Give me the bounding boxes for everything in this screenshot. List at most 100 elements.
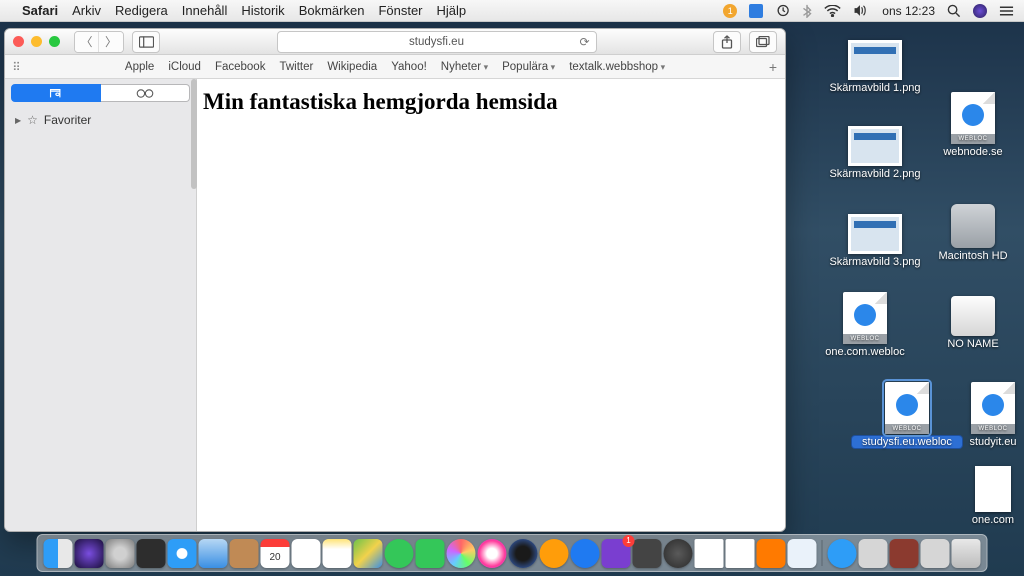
menubar-app-name[interactable]: Safari — [22, 3, 58, 18]
menu-arkiv[interactable]: Arkiv — [72, 3, 101, 18]
share-button[interactable] — [713, 31, 741, 53]
favorites-links: Apple iCloud Facebook Twitter Wikipedia … — [29, 61, 761, 73]
wifi-icon[interactable] — [824, 5, 841, 17]
dock-siri-icon[interactable] — [75, 539, 104, 568]
icon-label: webnode.se — [918, 146, 1024, 158]
reload-icon[interactable]: ⟳ — [579, 35, 589, 49]
fav-yahoo[interactable]: Yahoo! — [391, 61, 427, 73]
status-app-icon[interactable] — [749, 4, 763, 18]
dock-teamviewer-icon[interactable] — [828, 539, 857, 568]
dock-facetime-icon[interactable] — [416, 539, 445, 568]
menubar: Safari Arkiv Redigera Innehåll Historik … — [0, 0, 1024, 22]
sidebar-favorites-folder[interactable]: ▶ ☆ Favoriter — [5, 107, 196, 133]
desktop-icon-macintosh-hd[interactable]: Macintosh HD — [918, 204, 1024, 262]
dock-safari-icon[interactable] — [168, 539, 197, 568]
close-button[interactable] — [13, 36, 24, 47]
dock-notes-icon[interactable] — [323, 539, 352, 568]
sidebar-tab-readinglist[interactable] — [101, 84, 190, 102]
dock-app-generic1-icon[interactable] — [633, 539, 662, 568]
external-disk-icon — [951, 296, 995, 336]
address-bar-text: studysfi.eu — [409, 36, 464, 48]
dock-quicktime-icon[interactable] — [509, 539, 538, 568]
new-tab-button[interactable]: + — [761, 59, 785, 75]
dock-photos-icon[interactable] — [447, 539, 476, 568]
dock-messages-icon[interactable] — [385, 539, 414, 568]
safari-sidebar: ▶ ☆ Favoriter — [5, 79, 197, 531]
dock-doc1-icon[interactable] — [695, 539, 724, 568]
time-machine-icon[interactable] — [775, 3, 790, 18]
address-bar[interactable]: studysfi.eu ⟳ — [277, 31, 597, 53]
dock-trash-icon[interactable] — [952, 539, 981, 568]
dock-contacts-icon[interactable] — [230, 539, 259, 568]
desktop-icon-onecom[interactable]: one.com — [938, 466, 1024, 526]
minimize-button[interactable] — [31, 36, 42, 47]
webloc-icon: WEBLOC — [843, 292, 887, 344]
desktop-icon-studyit[interactable]: WEBLOC studyit.eu — [938, 382, 1024, 448]
disclosure-triangle-icon: ▶ — [15, 116, 21, 125]
favorites-grip-icon[interactable]: ⠿ — [5, 60, 29, 74]
internal-disk-icon — [951, 204, 995, 248]
menubar-clock[interactable]: ons 12:23 — [882, 4, 935, 18]
desktop-icon-screenshot3[interactable]: Skärmavbild 3.png — [820, 214, 930, 268]
dock-preferences-icon[interactable] — [664, 539, 693, 568]
bluetooth-icon[interactable] — [802, 4, 812, 18]
fav-twitter[interactable]: Twitter — [279, 61, 313, 73]
siri-icon[interactable] — [973, 4, 987, 18]
sidebar-tab-bookmarks[interactable] — [11, 84, 101, 102]
dock-calendar-icon[interactable]: 20 — [261, 539, 290, 568]
icon-label: studyit.eu — [938, 436, 1024, 448]
fav-nyheter[interactable]: Nyheter — [441, 61, 488, 73]
webloc-icon: WEBLOC — [971, 382, 1015, 434]
tabs-overview-button[interactable] — [749, 31, 777, 53]
dock-min2-icon[interactable] — [890, 539, 919, 568]
zoom-button[interactable] — [49, 36, 60, 47]
menu-bokmarken[interactable]: Bokmärken — [299, 3, 365, 18]
desktop-icon-screenshot2[interactable]: Skärmavbild 2.png — [820, 126, 930, 180]
dock-ibooks-icon[interactable] — [540, 539, 569, 568]
desktop-icon-webnode[interactable]: WEBLOC webnode.se — [918, 92, 1024, 158]
sidebar-toggle-button[interactable] — [132, 31, 160, 53]
dock-maps-icon[interactable] — [354, 539, 383, 568]
dock-mission-icon[interactable] — [137, 539, 166, 568]
menu-fonster[interactable]: Fönster — [378, 3, 422, 18]
menu-redigera[interactable]: Redigera — [115, 3, 168, 18]
sidebar-tabs — [5, 79, 196, 107]
back-button[interactable]: 〈 — [75, 32, 99, 52]
menu-innehall[interactable]: Innehåll — [182, 3, 228, 18]
desktop-icon-onecom-webloc[interactable]: WEBLOC one.com.webloc — [810, 292, 920, 358]
dock-mail-icon[interactable] — [199, 539, 228, 568]
status-badge-icon[interactable]: 1 — [723, 4, 737, 18]
menu-hjalp[interactable]: Hjälp — [437, 3, 467, 18]
dock-min3-icon[interactable] — [921, 539, 950, 568]
dock-appstore-icon[interactable] — [571, 539, 600, 568]
dock-reminders-icon[interactable] — [292, 539, 321, 568]
dock-textedit-icon[interactable] — [788, 539, 817, 568]
thumbnail-icon — [848, 40, 902, 80]
spotlight-icon[interactable] — [947, 4, 961, 18]
fav-apple[interactable]: Apple — [125, 61, 154, 73]
icon-label: Skärmavbild 2.png — [820, 168, 930, 180]
menu-historik[interactable]: Historik — [241, 3, 284, 18]
webloc-icon: WEBLOC — [951, 92, 995, 144]
sidebar-scrollbar[interactable] — [191, 79, 197, 189]
dock-min1-icon[interactable] — [859, 539, 888, 568]
fav-populara[interactable]: Populära — [502, 61, 555, 73]
notification-center-icon[interactable] — [999, 5, 1014, 17]
dock-itunes-icon[interactable] — [478, 539, 507, 568]
icon-label: Skärmavbild 1.png — [820, 82, 930, 94]
icon-label: one.com.webloc — [810, 346, 920, 358]
icon-label: NO NAME — [918, 338, 1024, 350]
desktop-icon-screenshot1[interactable]: Skärmavbild 1.png — [820, 40, 930, 94]
desktop-icon-noname[interactable]: NO NAME — [918, 296, 1024, 350]
dock-finder-icon[interactable] — [44, 539, 73, 568]
fav-wikipedia[interactable]: Wikipedia — [327, 61, 377, 73]
dock-doc2-icon[interactable] — [726, 539, 755, 568]
fav-icloud[interactable]: iCloud — [168, 61, 201, 73]
volume-icon[interactable] — [853, 4, 870, 17]
fav-textalk[interactable]: textalk.webbshop — [569, 61, 665, 73]
dock-launchpad-icon[interactable] — [106, 539, 135, 568]
forward-button[interactable]: 〉 — [99, 32, 123, 52]
fav-facebook[interactable]: Facebook — [215, 61, 266, 73]
dock-imovie-icon[interactable]: 1 — [602, 539, 631, 568]
dock-app-orange-icon[interactable] — [757, 539, 786, 568]
